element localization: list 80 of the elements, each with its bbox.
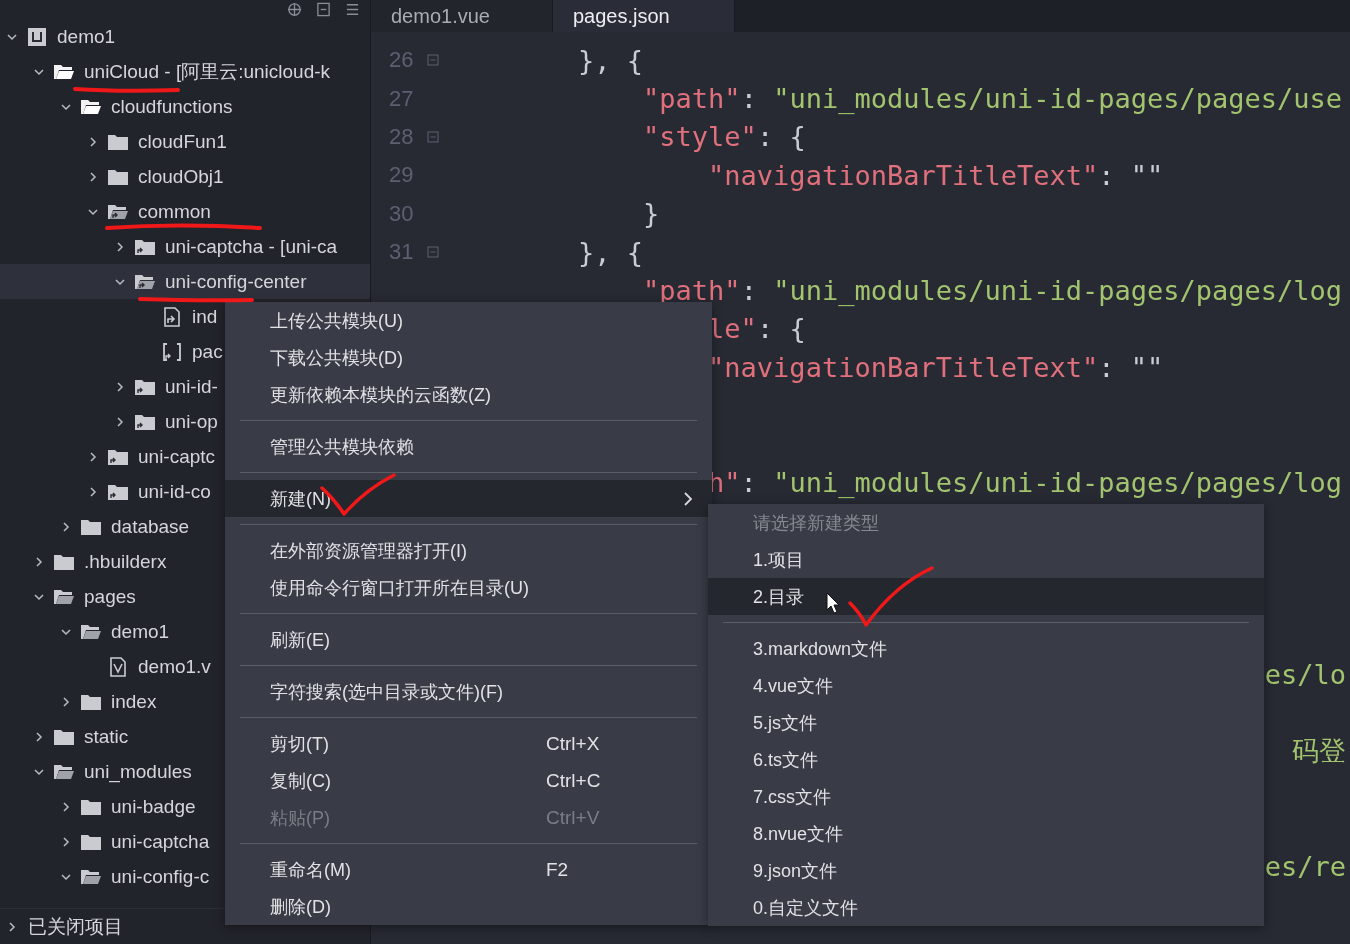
cursor-icon (826, 592, 840, 614)
editor-tab[interactable]: pages.json (553, 0, 735, 32)
tree-label: uni-config-center (165, 270, 307, 293)
chevron-right-icon[interactable] (114, 240, 126, 253)
code-line: }, { (578, 236, 645, 268)
tree-label: cloudfunctions (111, 95, 233, 118)
line-number: 28 (389, 123, 415, 150)
submenu-header: 请选择新建类型 (752, 511, 880, 535)
shortcut-label: Ctrl+C (546, 769, 601, 792)
chevron-right-icon[interactable] (60, 520, 72, 533)
chevron-right-icon[interactable] (60, 835, 72, 848)
tree-row[interactable]: common (0, 194, 370, 229)
tree-label: pages (84, 585, 136, 608)
line-number: 27 (389, 85, 415, 112)
editor-tab[interactable]: demo1.vue (371, 0, 553, 32)
tree-label: static (84, 725, 129, 748)
line-number: 29 (389, 162, 415, 189)
tree-label: demo1 (57, 25, 116, 48)
shortcut-file-icon (161, 305, 183, 328)
tree-label: demo1 (111, 620, 170, 643)
tree-row[interactable]: demo1 (0, 19, 370, 54)
tree-label: .hbuilderx (84, 550, 167, 573)
tree-label: database (111, 515, 190, 538)
code-line: es/lo (1264, 658, 1347, 690)
closed-projects-label: 已关闭项目 (28, 914, 123, 939)
code-line: } (643, 198, 661, 230)
locate-icon[interactable] (287, 2, 302, 17)
tree-row[interactable]: uniCloud - [阿里云:unicloud-k (0, 54, 370, 89)
chevron-right-icon[interactable] (33, 730, 45, 743)
code-line: 码登 (1292, 734, 1347, 769)
tree-row[interactable]: cloudfunctions (0, 89, 370, 124)
tree-label: cloudObj1 (138, 165, 224, 188)
tree-label: uni-id-co (138, 480, 211, 503)
chevron-right-icon[interactable] (33, 555, 45, 568)
project-icon (26, 25, 48, 48)
tree-row[interactable]: cloudObj1 (0, 159, 370, 194)
shortcut-label: Ctrl+X (546, 732, 600, 755)
tree-label: uni-captcha (111, 830, 210, 853)
menu-icon[interactable] (345, 2, 360, 17)
vue-file-icon (107, 655, 129, 678)
chevron-right-icon[interactable] (114, 380, 126, 393)
tree-label: uni-config-c (111, 865, 210, 888)
tree-label: uni-op (165, 410, 218, 433)
tree-label: index (111, 690, 157, 713)
tree-label: pac (192, 340, 223, 363)
brackets-file-icon (161, 340, 183, 363)
collapse-icon[interactable] (316, 2, 331, 17)
tree-label: ind (192, 305, 218, 328)
tree-row[interactable]: uni-config-center (0, 264, 370, 299)
chevron-right-icon[interactable] (114, 415, 126, 428)
chevron-right-icon[interactable] (87, 135, 99, 148)
tree-row[interactable]: uni-captcha - [uni-ca (0, 229, 370, 264)
chevron-right-icon[interactable] (6, 920, 18, 933)
tree-label: cloudFun1 (138, 130, 227, 153)
line-number: 30 (389, 200, 415, 227)
chevron-right-icon[interactable] (60, 695, 72, 708)
shortcut-label: F2 (546, 858, 569, 881)
menu-item[interactable]: 新建(N) (225, 480, 712, 517)
tree-label: demo1.v (138, 655, 211, 678)
line-number: 26 (389, 47, 415, 74)
code-line: }, { (578, 44, 645, 76)
code-line: es/re (1264, 850, 1347, 882)
code-line: "style": { (643, 121, 807, 153)
code-line: "path": "uni_modules/uni-id-pages/pages/use (643, 83, 1344, 115)
tree-label: uni-captcha - [uni-ca (165, 235, 338, 258)
chevron-right-icon[interactable] (87, 450, 99, 463)
chevron-right-icon[interactable] (60, 800, 72, 813)
code-line: "navigationBarTitleText": "" (708, 159, 1165, 191)
tree-label: uniCloud - [阿里云:unicloud-k (84, 59, 331, 84)
tree-label: common (138, 200, 211, 223)
tree-label: uni-badge (111, 795, 196, 818)
tree-label: uni-id- (165, 375, 218, 398)
line-number: 31 (389, 239, 415, 266)
tree-label: uni-captc (138, 445, 216, 468)
menu-item[interactable]: 2.目录 (708, 578, 1264, 615)
chevron-right-icon[interactable] (87, 170, 99, 183)
chevron-right-icon[interactable] (87, 485, 99, 498)
tree-label: uni_modules (84, 760, 192, 783)
shortcut-label: Ctrl+V (546, 806, 600, 829)
tree-row[interactable]: cloudFun1 (0, 124, 370, 159)
